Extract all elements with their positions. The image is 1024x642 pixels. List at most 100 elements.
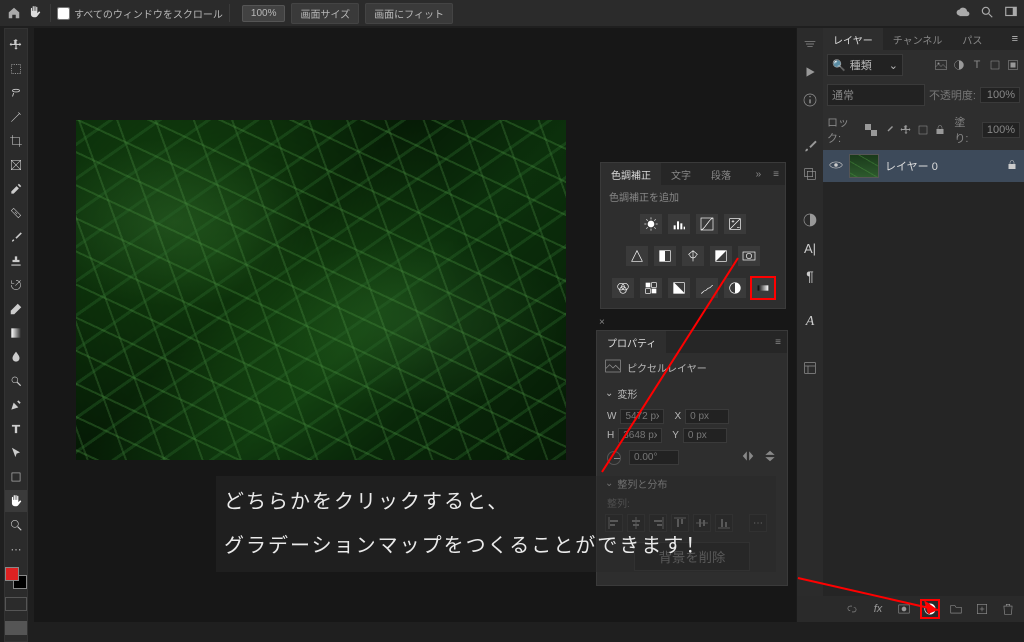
scroll-all-checkbox[interactable]: すべてのウィンドウをスクロール [57, 6, 223, 21]
blur-tool-icon[interactable] [5, 346, 27, 368]
lock-trans-icon[interactable] [865, 123, 878, 137]
dodge-tool-icon[interactable] [5, 370, 27, 392]
panel-menu-icon[interactable]: ≡ [1006, 33, 1024, 45]
zoom-field[interactable]: 100% [242, 5, 286, 22]
color-balance-icon[interactable] [682, 246, 704, 266]
blend-mode-select[interactable]: 通常 [827, 84, 925, 106]
channel-mixer-icon[interactable] [612, 278, 634, 298]
new-layer-icon[interactable] [974, 601, 990, 617]
brightness-contrast-icon[interactable] [640, 214, 662, 234]
new-adjustment-layer-icon[interactable] [922, 601, 938, 617]
black-white-icon[interactable] [710, 246, 732, 266]
photo-filter-icon[interactable] [738, 246, 760, 266]
glyphs-tab-icon[interactable]: A [800, 312, 820, 332]
gradient-tool-icon[interactable] [5, 322, 27, 344]
quickmask-icon[interactable] [5, 597, 27, 611]
adjustments-tab-icon[interactable] [800, 210, 820, 230]
stamp-tool-icon[interactable] [5, 250, 27, 272]
group-icon[interactable] [948, 601, 964, 617]
lock-pos-icon[interactable] [899, 123, 912, 137]
filter-type-icon[interactable]: T [970, 58, 984, 72]
document-canvas[interactable] [76, 120, 566, 460]
lock-nest-icon[interactable] [916, 123, 929, 137]
height-input[interactable] [618, 428, 662, 443]
x-input[interactable] [685, 409, 729, 424]
healing-tool-icon[interactable] [5, 202, 27, 224]
home-icon[interactable] [6, 5, 22, 21]
panel-collapse-icon[interactable]: » [750, 169, 768, 180]
actual-size-button[interactable]: 画面サイズ [291, 3, 359, 24]
lasso-tool-icon[interactable] [5, 82, 27, 104]
info-panel-icon[interactable] [800, 90, 820, 110]
eraser-tool-icon[interactable] [5, 298, 27, 320]
brush-tool-icon[interactable] [5, 226, 27, 248]
lock-image-icon[interactable] [882, 123, 895, 137]
search-icon[interactable] [980, 5, 994, 22]
marquee-tool-icon[interactable] [5, 58, 27, 80]
crop-tool-icon[interactable] [5, 130, 27, 152]
tab-paragraph[interactable]: 段落 [701, 163, 741, 186]
posterize-icon[interactable] [696, 278, 718, 298]
hue-sat-icon[interactable] [654, 246, 676, 266]
curves-icon[interactable] [696, 214, 718, 234]
type-tool-icon[interactable] [5, 418, 27, 440]
lock-icon[interactable] [1006, 159, 1018, 174]
paragraph-tab-icon[interactable]: ¶ [800, 266, 820, 286]
tab-adjustments[interactable]: 色調補正 [601, 163, 661, 186]
gradient-map-icon[interactable] [752, 278, 774, 298]
opacity-value[interactable]: 100% [980, 87, 1020, 103]
tab-character[interactable]: 文字 [661, 163, 701, 186]
character-tab-icon[interactable]: A| [800, 238, 820, 258]
panel-menu-icon[interactable]: ≡ [767, 169, 785, 180]
pen-tool-icon[interactable] [5, 394, 27, 416]
mask-icon[interactable] [896, 601, 912, 617]
cloud-sync-icon[interactable] [956, 5, 970, 22]
brushes-panel-icon[interactable] [800, 136, 820, 156]
shape-tool-icon[interactable] [5, 466, 27, 488]
fit-screen-button[interactable]: 画面にフィット [365, 3, 453, 24]
magic-wand-tool-icon[interactable] [5, 106, 27, 128]
vibrance-icon[interactable] [626, 246, 648, 266]
more-tools-icon[interactable]: ⋯ [5, 538, 27, 560]
history-brush-icon[interactable] [5, 274, 27, 296]
close-icon[interactable]: × [599, 317, 605, 328]
tab-properties[interactable]: プロパティ [597, 331, 666, 354]
color-swatches[interactable] [5, 567, 27, 589]
filter-adjust-icon[interactable] [952, 58, 966, 72]
eyedropper-tool-icon[interactable] [5, 178, 27, 200]
color-lookup-icon[interactable] [640, 278, 662, 298]
history-panel-icon[interactable] [800, 62, 820, 82]
workspace-icon[interactable] [1004, 5, 1018, 22]
layer-thumbnail[interactable] [849, 154, 879, 178]
filter-image-icon[interactable] [934, 58, 948, 72]
flip-h-icon[interactable] [741, 449, 755, 466]
layer-name[interactable]: レイヤー 0 [885, 158, 1000, 174]
y-input[interactable] [683, 428, 727, 443]
fx-icon[interactable]: fx [870, 601, 886, 617]
fg-color-swatch[interactable] [5, 567, 19, 581]
levels-icon[interactable] [668, 214, 690, 234]
properties-tab-icon[interactable] [800, 358, 820, 378]
link-layers-icon[interactable] [844, 601, 860, 617]
zoom-tool-icon[interactable] [5, 514, 27, 536]
tab-paths[interactable]: パス [952, 28, 992, 51]
transform-header[interactable]: ⌄ 変形 [597, 382, 787, 405]
rotation-dial[interactable] [607, 451, 621, 465]
tab-layers[interactable]: レイヤー [823, 28, 883, 51]
filter-shape-icon[interactable] [988, 58, 1002, 72]
fill-value[interactable]: 100% [982, 122, 1020, 138]
width-input[interactable] [620, 409, 664, 424]
invert-icon[interactable] [668, 278, 690, 298]
visibility-icon[interactable] [829, 160, 843, 173]
threshold-icon[interactable] [724, 278, 746, 298]
trash-icon[interactable] [1000, 601, 1016, 617]
color-panel-icon[interactable] [800, 34, 820, 54]
panel-menu-icon[interactable]: ≡ [769, 337, 787, 348]
clone-panel-icon[interactable] [800, 164, 820, 184]
flip-v-icon[interactable] [763, 449, 777, 466]
exposure-icon[interactable] [724, 214, 746, 234]
layer-row[interactable]: レイヤー 0 [823, 150, 1024, 182]
frame-tool-icon[interactable] [5, 154, 27, 176]
tab-channels[interactable]: チャンネル [883, 28, 953, 51]
rotation-input[interactable] [629, 450, 679, 465]
